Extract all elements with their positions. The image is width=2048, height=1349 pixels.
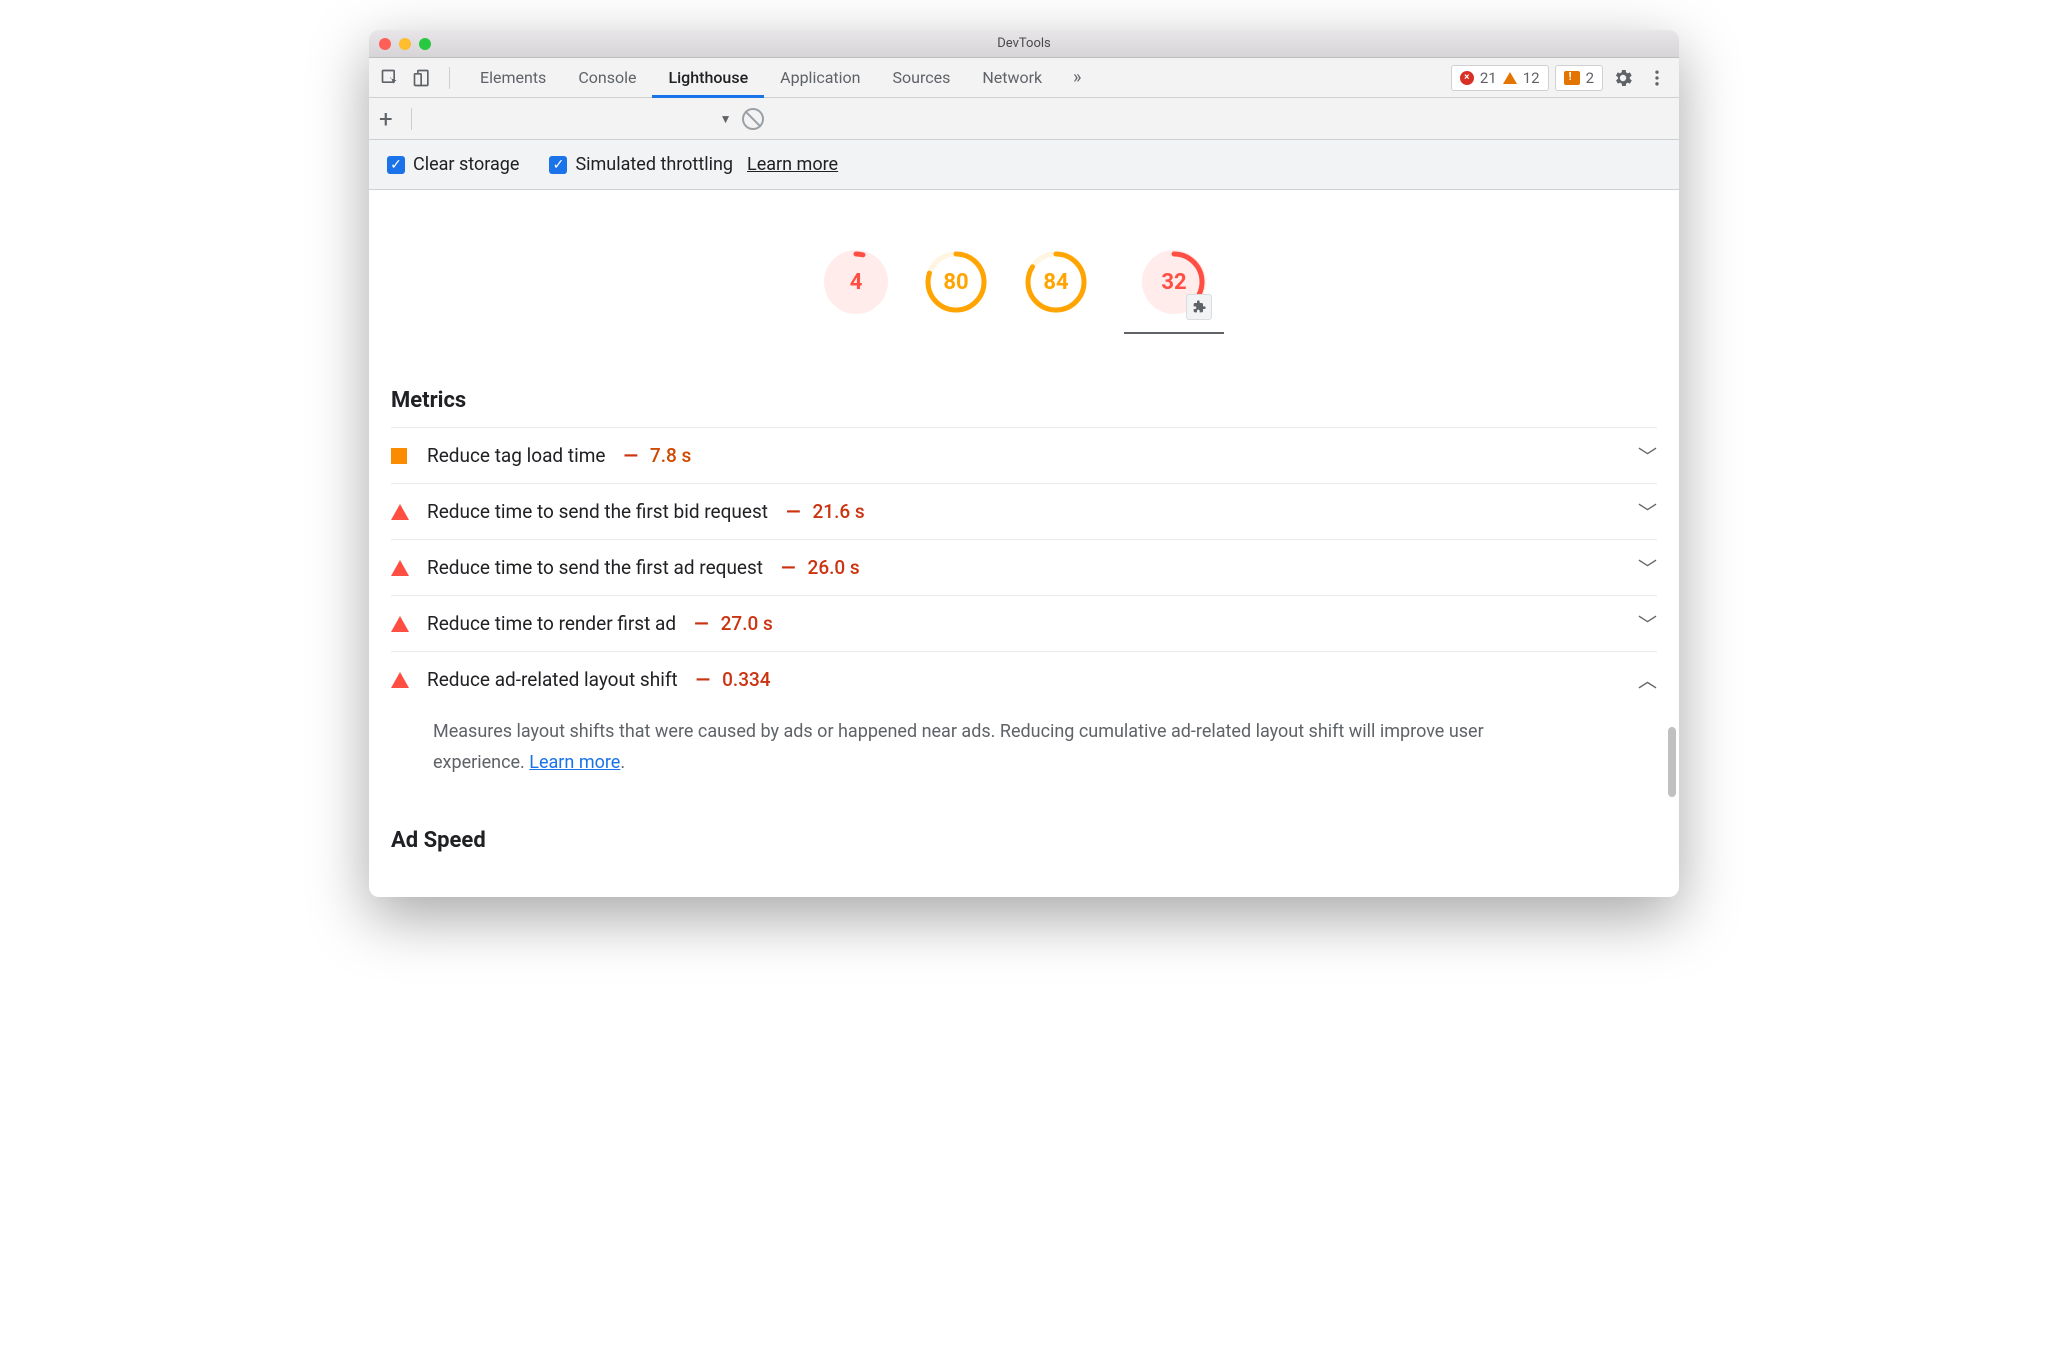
checkbox-checked-icon: ✓: [387, 156, 405, 174]
window-title: DevTools: [369, 36, 1679, 51]
metric-value: 0.334: [722, 668, 770, 691]
metric-row[interactable]: Reduce tag load time — 7.8 s ﹀: [391, 427, 1657, 483]
metric-title: Reduce time to send the first ad request: [427, 556, 763, 579]
score-gauges: 4 80 84: [369, 190, 1679, 364]
gauge-0[interactable]: 4: [824, 250, 888, 334]
lighthouse-toolbar: + ▼: [369, 98, 1679, 140]
window-titlebar: DevTools: [369, 30, 1679, 58]
gauge-1[interactable]: 80: [924, 250, 988, 334]
tab-application[interactable]: Application: [764, 58, 876, 98]
metric-dash: —: [781, 556, 795, 579]
metric-value: 21.6 s: [812, 500, 864, 523]
chevron-down-icon: ﹀: [1638, 442, 1657, 469]
tab-network[interactable]: Network: [966, 58, 1058, 98]
metric-value: 7.8 s: [650, 444, 691, 467]
simulated-throttling-label: Simulated throttling: [575, 154, 733, 175]
tab-elements[interactable]: Elements: [464, 58, 562, 98]
clear-all-icon[interactable]: [742, 108, 764, 130]
separator: [449, 67, 450, 89]
devtools-tabs: ElementsConsoleLighthouseApplicationSour…: [369, 58, 1679, 98]
metric-dash: —: [786, 500, 800, 523]
metric-value: 26.0 s: [808, 556, 860, 579]
tab-console[interactable]: Console: [562, 58, 652, 98]
issues-count: 2: [1586, 69, 1594, 87]
metric-dash: —: [623, 444, 637, 467]
settings-gear-icon[interactable]: [1609, 64, 1637, 92]
simulated-throttling-checkbox[interactable]: ✓ Simulated throttling Learn more: [549, 154, 838, 175]
gauge-3[interactable]: 32: [1124, 250, 1224, 334]
gauge-active-underline: [1124, 332, 1224, 334]
error-count: 21: [1480, 69, 1497, 87]
checkbox-checked-icon: ✓: [549, 156, 567, 174]
metric-title: Reduce time to send the first bid reques…: [427, 500, 768, 523]
scrollbar-thumb[interactable]: [1668, 727, 1676, 797]
more-options-icon[interactable]: [1643, 64, 1671, 92]
device-toggle-icon[interactable]: [409, 65, 435, 91]
warning-icon: [1503, 72, 1517, 84]
gauge-value: 80: [924, 250, 988, 314]
triangle-marker-icon: [391, 616, 409, 632]
metric-title: Reduce ad-related layout shift: [427, 668, 678, 691]
clear-storage-checkbox[interactable]: ✓ Clear storage: [387, 154, 519, 175]
separator: [411, 108, 412, 130]
tab-sources[interactable]: Sources: [877, 58, 967, 98]
metric-row[interactable]: Reduce time to send the first ad request…: [391, 539, 1657, 595]
tab-lighthouse[interactable]: Lighthouse: [652, 58, 764, 98]
triangle-marker-icon: [391, 672, 409, 688]
metric-row[interactable]: Reduce time to send the first bid reques…: [391, 483, 1657, 539]
clear-storage-label: Clear storage: [413, 154, 519, 175]
error-icon: ×: [1460, 71, 1474, 85]
learn-more-link[interactable]: Learn more: [747, 154, 838, 175]
metric-title: Reduce tag load time: [427, 444, 605, 467]
issues-counter[interactable]: 2: [1555, 65, 1603, 91]
metrics-heading: Metrics: [391, 388, 1657, 413]
metric-row[interactable]: Reduce ad-related layout shift — 0.334 ︿: [391, 651, 1657, 707]
new-report-button[interactable]: +: [379, 105, 393, 133]
gauge-2[interactable]: 84: [1024, 250, 1088, 334]
gauge-value: 4: [824, 250, 888, 314]
inspect-element-icon[interactable]: [377, 65, 403, 91]
square-marker-icon: [391, 448, 407, 464]
metric-value: 27.0 s: [721, 612, 773, 635]
console-counters[interactable]: × 21 12: [1451, 65, 1549, 91]
metric-title: Reduce time to render first ad: [427, 612, 676, 635]
more-tabs-icon[interactable]: »: [1064, 65, 1090, 91]
metric-dash: —: [694, 612, 708, 635]
metric-row[interactable]: Reduce time to render first ad — 27.0 s …: [391, 595, 1657, 651]
learn-more-link[interactable]: Learn more: [529, 752, 620, 773]
warning-count: 12: [1523, 69, 1540, 87]
report-content: Metrics Reduce tag load time — 7.8 s ﹀ R…: [369, 388, 1679, 897]
extension-icon: [1186, 294, 1212, 320]
devtools-window: DevTools ElementsConsoleLighthouseApplic…: [369, 30, 1679, 897]
issues-icon: [1564, 71, 1580, 85]
report-dropdown-icon[interactable]: ▼: [720, 112, 732, 126]
chevron-up-icon: ︿: [1638, 666, 1657, 693]
triangle-marker-icon: [391, 560, 409, 576]
ad-speed-heading: Ad Speed: [391, 828, 1657, 853]
chevron-down-icon: ﹀: [1638, 610, 1657, 637]
metrics-list: Reduce tag load time — 7.8 s ﹀ Reduce ti…: [391, 427, 1657, 804]
metric-dash: —: [696, 668, 710, 691]
triangle-marker-icon: [391, 504, 409, 520]
lighthouse-options: ✓ Clear storage ✓ Simulated throttling L…: [369, 140, 1679, 190]
chevron-down-icon: ﹀: [1638, 498, 1657, 525]
gauge-value: 84: [1024, 250, 1088, 314]
chevron-down-icon: ﹀: [1638, 554, 1657, 581]
metric-description: Measures layout shifts that were caused …: [391, 707, 1531, 804]
